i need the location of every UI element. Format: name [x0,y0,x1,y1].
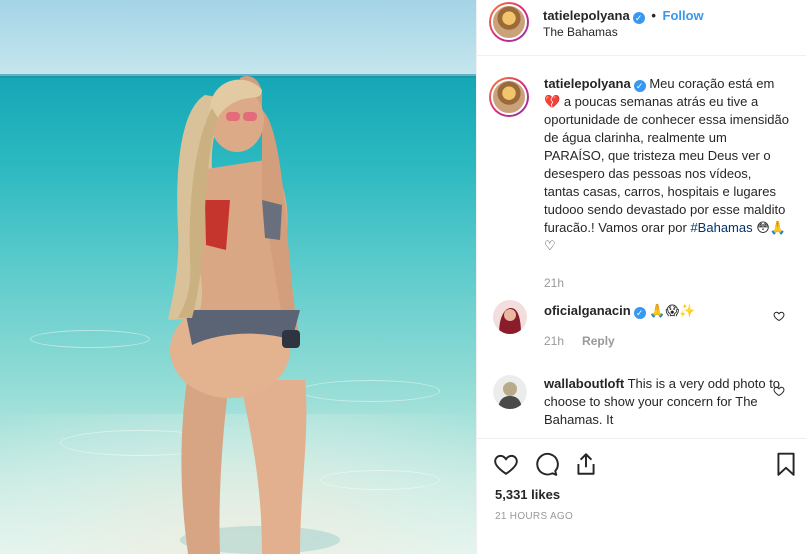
caption-body-1: Meu coração está em [649,76,775,91]
broken-heart-icon: 💔 [544,94,561,109]
reply-button[interactable]: Reply [582,334,615,348]
post-actions: 5,331 likes 21 HOURS AGO [477,438,806,554]
caption-avatar[interactable] [489,77,529,117]
comment-body: 🙏😱✨ [649,303,696,318]
hashtag-link[interactable]: #Bahamas [690,220,752,235]
comment-text: wallaboutloft This is a very odd photo t… [544,375,789,429]
author-avatar[interactable] [489,2,529,42]
post-timestamp[interactable]: 21 HOURS AGO [495,511,573,522]
like-comment-icon[interactable] [773,385,785,397]
bookmark-icon[interactable] [773,451,799,477]
verified-icon: ✓ [632,12,645,24]
comment-meta: 21h Reply [544,334,615,348]
follow-button[interactable]: Follow [663,8,704,23]
commenter-username[interactable]: oficialganacin [544,303,631,318]
comments-list[interactable]: tatielepolyana ✓ Meu coração está em 💔 a … [477,57,806,437]
like-comment-icon[interactable] [773,310,785,322]
commenter-avatar[interactable] [493,300,527,334]
caption-username[interactable]: tatielepolyana [544,76,631,91]
share-icon[interactable] [573,451,599,477]
comment-text: oficialganacin ✓ 🙏😱✨ [544,302,789,320]
caption-body-2: a poucas semanas atrás eu tive a oportun… [544,94,790,235]
post-photo[interactable] [0,0,476,554]
separator-dot: • [651,8,656,23]
like-icon[interactable] [493,451,519,477]
caption-time: 21h [544,276,565,290]
commenter-avatar[interactable] [493,375,527,409]
commenter-username[interactable]: wallaboutloft [544,376,624,391]
verified-icon: ✓ [633,80,646,92]
likes-count[interactable]: 5,331 likes [495,487,560,502]
location-link[interactable]: The Bahamas [543,25,618,39]
caption-text: tatielepolyana ✓ Meu coração está em 💔 a … [544,75,789,255]
verified-icon: ✓ [633,307,646,319]
post-sidebar: tatielepolyana ✓ • Follow The Bahamas tat… [476,0,806,554]
author-line: tatielepolyana ✓ • Follow [543,8,704,24]
person-figure [168,76,340,554]
post-header: tatielepolyana ✓ • Follow The Bahamas [477,0,806,56]
author-username[interactable]: tatielepolyana [543,8,630,23]
comment-time: 21h [544,334,565,348]
comment-icon[interactable] [533,451,559,477]
